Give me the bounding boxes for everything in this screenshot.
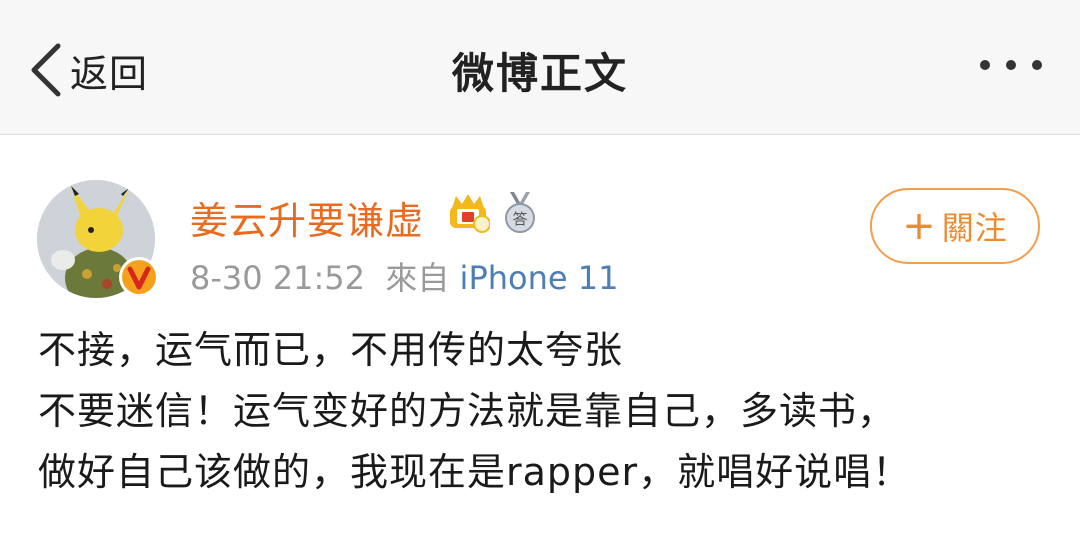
follow-label: 關注 xyxy=(941,209,1008,247)
post-body: 不接，运气而已，不用传的太夸张 不要迷信！运气变好的方法就是靠自己，多读书， 做… xyxy=(38,320,1058,503)
svg-text:答: 答 xyxy=(512,210,527,228)
device-link[interactable]: iPhone 11 xyxy=(460,259,619,297)
username[interactable]: 姜云升要谦虚 xyxy=(190,190,424,245)
post-line: 不接，运气而已，不用传的太夸张 xyxy=(38,328,624,372)
source-prefix: 來自 xyxy=(385,259,450,297)
verified-v-icon xyxy=(118,256,160,298)
post-line: 不要迷信！运气变好的方法就是靠自己，多读书， xyxy=(38,389,897,433)
more-dots-icon[interactable] xyxy=(980,60,1042,70)
medal-answer-icon[interactable]: 答 xyxy=(500,190,540,238)
post-meta: 8-30 21:52 來自 iPhone 11 xyxy=(190,253,618,299)
plus-icon: + xyxy=(902,203,936,249)
crown-member-icon[interactable] xyxy=(446,192,491,238)
page-title: 微博正文 xyxy=(451,49,628,98)
post-time: 8-30 21:52 xyxy=(190,259,366,297)
post-line: 做好自己该做的，我现在是rapper，就唱好说唱！ xyxy=(38,450,912,494)
top-navbar: 返回 微博正文 xyxy=(0,0,1080,135)
follow-button[interactable]: + 關注 xyxy=(870,188,1040,264)
